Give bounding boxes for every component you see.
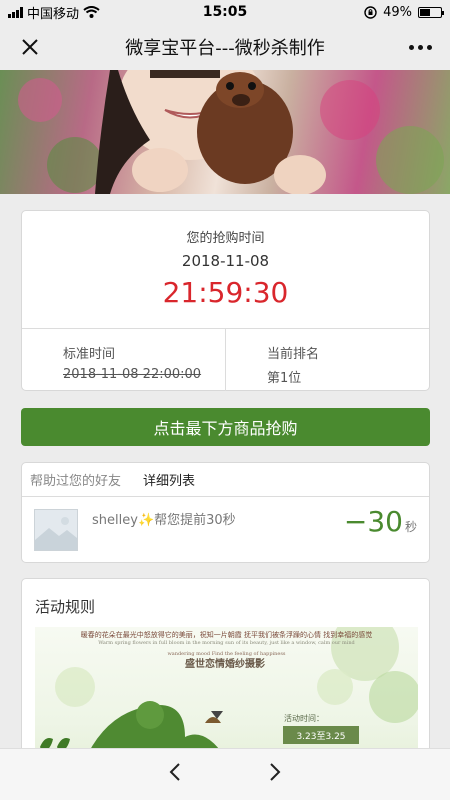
more-icon <box>408 44 414 50</box>
standard-time-label: 标准时间 <box>63 347 116 362</box>
nav-bar: 微享宝平台---微秒杀制作 <box>0 24 450 70</box>
poster-text-line1: 暖春的花朵在最光中怒放得它的美丽，祝知一片朝霞 抚平我们被条浮躁的心情 找到幸福… <box>80 631 373 639</box>
avatar <box>34 509 78 551</box>
wifi-icon <box>83 6 100 18</box>
countdown-section: 您的抢购时间 2018-11-08 21:59:30 <box>22 211 429 329</box>
chevron-right-icon <box>270 762 281 781</box>
close-button[interactable] <box>0 24 60 70</box>
status-bar: 中国移动 15:05 49% <box>0 0 450 24</box>
friends-tabs: 帮助过您的好友 详细列表 <box>22 463 429 497</box>
forward-button[interactable] <box>268 762 282 788</box>
tab-detail-list[interactable]: 详细列表 <box>131 470 205 489</box>
banner-image <box>0 70 450 194</box>
rules-title: 活动规则 <box>35 598 96 616</box>
sparkle-icon: ✨ <box>137 513 155 528</box>
more-button[interactable] <box>390 24 450 70</box>
avatar-placeholder-icon <box>35 510 77 550</box>
battery-icon <box>418 6 444 18</box>
friend-message: shelley✨帮您提前30秒 <box>92 509 236 528</box>
rank-value: 第1位 <box>267 367 429 386</box>
rank-label: 当前排名 <box>267 347 320 362</box>
bottom-toolbar <box>0 748 450 800</box>
countdown-details: 标准时间 2018-11-08 22:00:00 当前排名 第1位 <box>22 329 429 391</box>
poster-text-line2: Warm spring flowers in full bloom in the… <box>98 640 355 646</box>
status-time: 15:05 <box>202 4 248 20</box>
friend-gain-unit: 秒 <box>404 520 417 534</box>
battery-fill <box>420 8 430 16</box>
carrier-name: 中国移动 <box>27 6 80 22</box>
standard-time-block: 标准时间 2018-11-08 22:00:00 <box>22 329 225 391</box>
chevron-left-icon <box>169 762 180 781</box>
list-item: shelley✨帮您提前30秒 −30 秒 <box>22 497 429 563</box>
page-title: 微享宝平台---微秒杀制作 <box>125 38 325 59</box>
more-icon-dot <box>426 44 432 50</box>
poster-time-label: 活动时间： <box>284 714 324 723</box>
poster-dates: 3.23至3.25 <box>283 726 359 744</box>
more-icon-dot <box>417 44 423 50</box>
signal-icon <box>8 6 23 18</box>
back-button[interactable] <box>168 762 182 788</box>
status-right: 49% <box>292 4 444 20</box>
close-icon <box>22 39 38 55</box>
friend-time-gain: −30 秒 <box>344 505 417 538</box>
friend-gain-value: −30 <box>343 505 403 538</box>
friends-card: 帮助过您的好友 详细列表 shelley✨帮您提前30秒 −30 秒 <box>21 462 430 563</box>
friend-help-text: 帮您提前30秒 <box>154 513 236 528</box>
battery-percent: 49% <box>383 4 412 20</box>
rank-block: 当前排名 第1位 <box>225 329 429 391</box>
friend-name: shelley <box>92 513 138 528</box>
orientation-lock-icon <box>364 5 377 19</box>
buy-button[interactable]: 点击最下方商品抢购 <box>21 408 430 446</box>
standard-time-value: 2018-11-08 22:00:00 <box>63 367 202 382</box>
banner-photo <box>18 70 444 194</box>
rush-time: 21:59:30 <box>162 276 289 309</box>
status-left: 中国移动 <box>8 3 158 22</box>
rank-prefix: 第 <box>267 371 281 386</box>
poster-headline: 盛世恋情婚纱摄影 <box>185 659 265 670</box>
tab-helped-friends[interactable]: 帮助过您的好友 <box>22 470 131 489</box>
rush-date: 2018-11-08 <box>181 252 270 270</box>
rank-suffix: 位 <box>288 371 302 386</box>
countdown-card: 您的抢购时间 2018-11-08 21:59:30 标准时间 2018-11-… <box>21 210 430 391</box>
rush-time-label: 您的抢购时间 <box>186 231 265 246</box>
